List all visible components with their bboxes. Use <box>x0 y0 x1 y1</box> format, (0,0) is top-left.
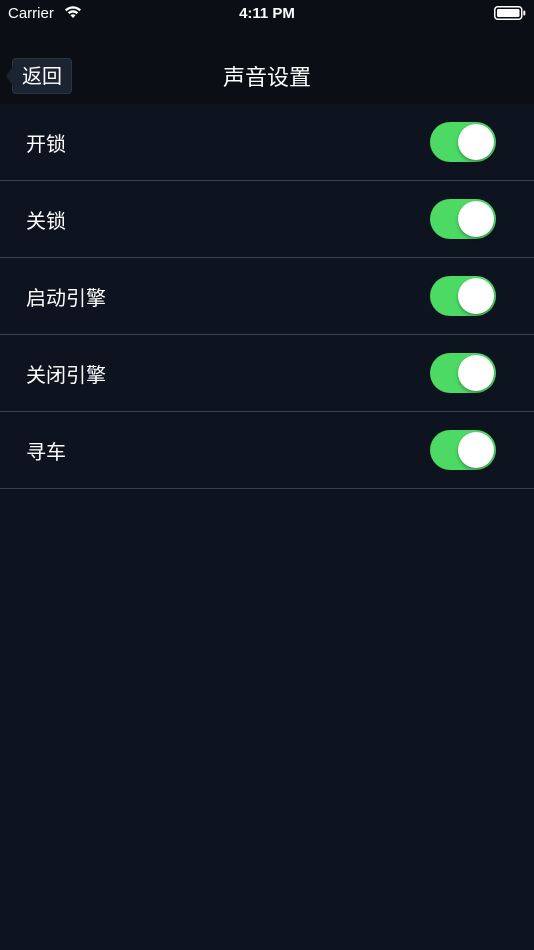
navigation-bar: 返回 声音设置 <box>0 28 534 104</box>
unlock-sound-toggle[interactable] <box>430 122 496 162</box>
page-title: 声音设置 <box>222 66 311 91</box>
setting-label: 启动引擎 <box>26 285 106 310</box>
setting-label: 寻车 <box>26 439 66 464</box>
setting-row-stop-engine: 关闭引擎 <box>0 335 534 412</box>
setting-label: 开锁 <box>26 131 66 156</box>
stop-engine-sound-toggle[interactable] <box>430 353 496 393</box>
toggle-knob <box>458 124 494 160</box>
setting-row-start-engine: 启动引擎 <box>0 258 534 335</box>
lock-sound-toggle[interactable] <box>430 199 496 239</box>
clock: 4:11 PM <box>239 5 295 22</box>
toggle-knob <box>458 432 494 468</box>
sound-settings-screen: Carrier 4:11 PM 返回 声音设置 开锁 关锁 启动引擎 关闭引擎 … <box>0 0 534 950</box>
find-car-sound-toggle[interactable] <box>430 430 496 470</box>
toggle-knob <box>458 278 494 314</box>
status-bar: Carrier 4:11 PM <box>0 0 534 28</box>
sound-settings-list: 开锁 关锁 启动引擎 关闭引擎 寻车 <box>0 104 534 489</box>
toggle-knob <box>458 201 494 237</box>
setting-row-lock: 关锁 <box>0 181 534 258</box>
toggle-knob <box>458 355 494 391</box>
setting-row-unlock: 开锁 <box>0 104 534 181</box>
start-engine-sound-toggle[interactable] <box>430 276 496 316</box>
setting-label: 关闭引擎 <box>26 362 106 387</box>
setting-label: 关锁 <box>26 208 66 233</box>
battery-icon <box>494 6 526 20</box>
setting-row-find-car: 寻车 <box>0 412 534 489</box>
